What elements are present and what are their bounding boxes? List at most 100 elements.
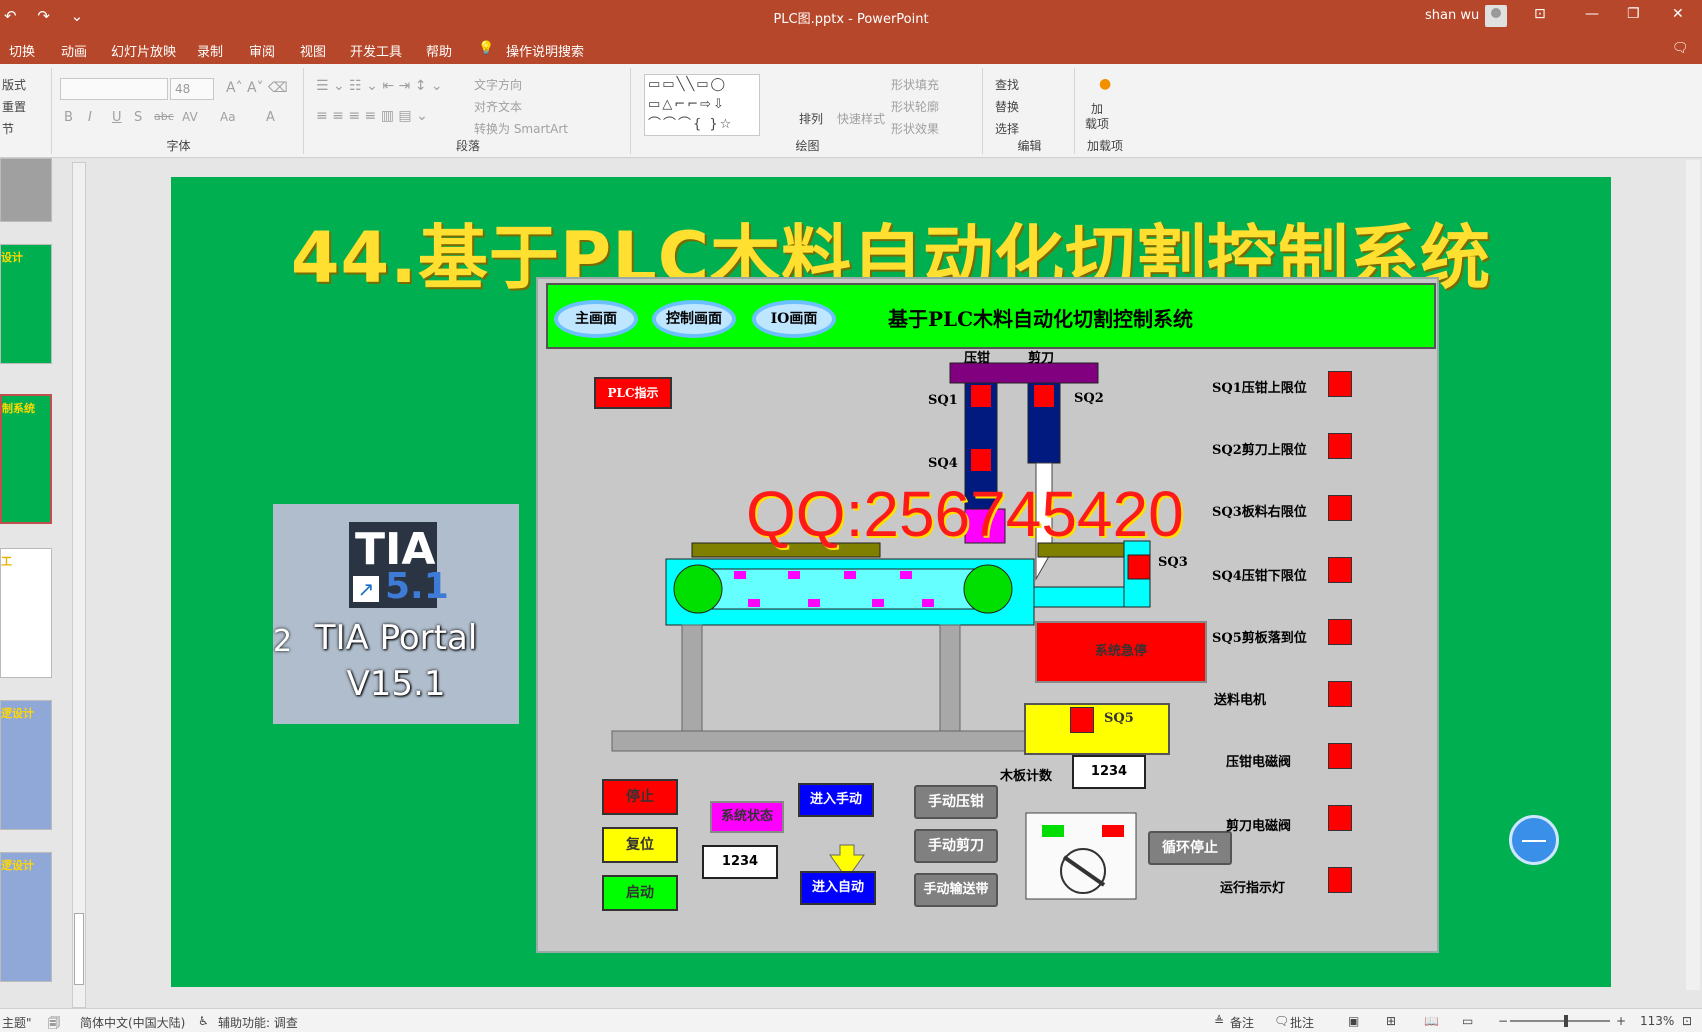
manual-press-button[interactable]: 手动压钳 (914, 785, 998, 819)
io-indicator-sq2 (1328, 433, 1352, 459)
zoom-level[interactable]: 113% (1640, 1014, 1674, 1028)
thumbnail-4[interactable]: 工 (0, 548, 52, 678)
text-direction-button[interactable]: 文字方向 (474, 76, 522, 93)
manual-cut-button[interactable]: 手动剪刀 (914, 829, 998, 863)
emergency-stop-button[interactable]: 系统急停 (1035, 621, 1207, 683)
language-label[interactable]: 简体中文(中国大陆) (80, 1014, 185, 1031)
shadow-button[interactable]: S (134, 110, 142, 125)
stop-button[interactable]: 停止 (602, 779, 678, 815)
char-spacing-button[interactable]: AV (182, 110, 198, 124)
thumbnail-3[interactable]: 制系统 (0, 394, 52, 524)
io-indicator-sq3 (1328, 495, 1352, 521)
strikethrough-button[interactable]: abc (154, 110, 174, 123)
addins-button[interactable]: 加 载项 (1085, 102, 1109, 132)
underline-button[interactable]: U (112, 110, 122, 125)
shape-effects-button[interactable]: 形状效果 (891, 120, 939, 137)
close-icon[interactable]: ✕ (1672, 6, 1684, 22)
zoom-in-icon[interactable]: + (1616, 1014, 1626, 1028)
slide-scrollbar[interactable] (1686, 160, 1700, 990)
board-count-value: 1234 (1072, 755, 1146, 789)
title-bar: ↶ ↷ ⌄ PLC图.pptx - PowerPoint shan wu ⊡ —… (0, 0, 1702, 34)
tab-developer[interactable]: 开发工具 (350, 41, 402, 60)
enter-manual-button[interactable]: 进入手动 (798, 783, 874, 817)
comments-status-icon: 🗨 (1274, 1014, 1290, 1028)
change-case-button[interactable]: Aa (220, 110, 236, 124)
fit-slide-icon[interactable]: ⊡ (1682, 1014, 1692, 1028)
io-indicator-sq1 (1328, 371, 1352, 397)
slideshow-icon[interactable]: ▭ (1462, 1014, 1473, 1028)
slides-group: 版式 重置 节 (0, 68, 52, 154)
font-color-button[interactable]: A (266, 110, 275, 125)
select-button[interactable]: 选择 (995, 120, 1019, 137)
io-label-sq2: SQ2剪刀上限位 (1212, 443, 1307, 458)
user-name[interactable]: shan wu (1425, 8, 1479, 23)
tia-logo: TIA 5.1 ↗ (349, 522, 449, 608)
font-size-field[interactable]: 48 (170, 78, 214, 100)
system-status-value: 1234 (702, 845, 778, 879)
comments-button[interactable]: 批注 (1290, 1014, 1314, 1031)
align-icon[interactable]: ≡ ≡ ≡ ≡ ▥ ▤ ⌄ (316, 108, 428, 124)
comments-icon[interactable]: 🗨 (1672, 41, 1689, 56)
thumbnail-5[interactable]: 逻设计 (0, 700, 52, 830)
tab-slideshow[interactable]: 幻灯片放映 (111, 41, 176, 60)
io-label-sq3: SQ3板料右限位 (1212, 505, 1307, 520)
shape-fill-button[interactable]: 形状填充 (891, 76, 939, 93)
normal-view-icon[interactable]: ▣ (1348, 1014, 1359, 1028)
arrange-button[interactable]: 排列 (799, 110, 823, 127)
tab-record[interactable]: 录制 (197, 41, 223, 60)
tab-animations[interactable]: 动画 (61, 41, 87, 60)
thumbnail-6[interactable]: 逻设计 (0, 852, 52, 982)
sq5-area: SQ5 (1024, 703, 1170, 755)
io-label-sq5: SQ5剪板落到位 (1212, 631, 1307, 646)
zoom-out-icon[interactable]: − (1498, 1014, 1508, 1028)
lightbulb-icon: 💡 (478, 41, 495, 56)
enter-auto-button[interactable]: 进入自动 (800, 871, 876, 905)
thumbnail-1[interactable] (0, 158, 52, 222)
thumbnail-2[interactable]: 设计 (0, 244, 52, 364)
slide-sorter-icon[interactable]: ⊞ (1386, 1014, 1396, 1028)
tab-view[interactable]: 视图 (300, 41, 326, 60)
shapes-gallery[interactable]: ▭▭╲╲▭◯ ▭△⌐⌐⇨⇩ ⌒⌒⌒{ }☆ (644, 74, 760, 136)
find-button[interactable]: 查找 (995, 76, 1019, 93)
start-button[interactable]: 启动 (602, 875, 678, 911)
board-count-label: 木板计数 (1000, 769, 1053, 784)
manual-conveyor-button[interactable]: 手动输送带 (914, 873, 998, 907)
reading-view-icon[interactable]: 📖 (1424, 1014, 1439, 1028)
hmi-screenshot[interactable]: 主画面 控制画面 IO画面 基于PLC木料自动化切割控制系统 PLC指示 压钳 … (536, 277, 1439, 953)
bullets-icon[interactable]: ☰ ⌄ ☷ ⌄ ⇤ ⇥ ↕ ⌄ (316, 78, 443, 94)
restore-icon[interactable]: ❐ (1627, 6, 1640, 22)
minimize-icon[interactable]: — (1585, 6, 1599, 22)
section-button[interactable]: 节 (2, 120, 14, 137)
addins-group-label: 加载项 (1086, 139, 1123, 153)
tab-transitions[interactable]: 切换 (9, 41, 35, 60)
accessibility-label[interactable]: 辅助功能: 调查 (218, 1014, 298, 1031)
thumbnail-scrollbar[interactable] (72, 162, 86, 1008)
press-label: 压钳 (964, 351, 991, 366)
tab-help[interactable]: 帮助 (426, 41, 452, 60)
io-indicator-run-light (1328, 867, 1352, 893)
bold-button[interactable]: B (64, 110, 73, 125)
slide-canvas[interactable]: 44.基于PLC木料自动化切割控制系统 TIA 5.1 ↗ 2 TIA Port… (171, 177, 1611, 987)
ribbon-display-icon[interactable]: ⊡ (1534, 6, 1546, 22)
reset-button[interactable]: 复位 (602, 827, 678, 863)
status-bar: 主题" 🗐 简体中文(中国大陆) ♿ 辅助功能: 调查 ≜ 备注 🗨 批注 ▣ … (0, 1008, 1702, 1032)
replace-button[interactable]: 替换 (995, 98, 1019, 115)
cycle-stop-button[interactable]: 循环停止 (1148, 831, 1232, 865)
zoom-slider[interactable] (1510, 1015, 1610, 1027)
drawing-group: ▭▭╲╲▭◯ ▭△⌐⌐⇨⇩ ⌒⌒⌒{ }☆ 排列 快速样式 形状填充 形状轮廓 形状… (633, 68, 983, 154)
font-name-field[interactable] (60, 78, 168, 100)
reset-button[interactable]: 重置 (2, 98, 26, 115)
notes-button[interactable]: 备注 (1230, 1014, 1254, 1031)
align-text-button[interactable]: 对齐文本 (474, 98, 522, 115)
grow-font-icon[interactable]: A˄ A˅ ⌫ (226, 80, 288, 96)
tab-review[interactable]: 审阅 (249, 41, 275, 60)
avatar[interactable] (1485, 5, 1507, 27)
tell-me-search[interactable]: 操作说明搜索 (506, 41, 584, 60)
layout-button[interactable]: 版式 (2, 76, 26, 93)
shape-outline-button[interactable]: 形状轮廓 (891, 98, 939, 115)
smartart-button[interactable]: 转换为 SmartArt (474, 120, 568, 137)
floating-assistant-icon[interactable] (1509, 815, 1559, 865)
tia-portal-image[interactable]: TIA 5.1 ↗ 2 TIA Portal V15.1 (273, 504, 519, 724)
quick-styles-button[interactable]: 快速样式 (837, 110, 885, 127)
italic-button[interactable]: I (88, 110, 92, 125)
